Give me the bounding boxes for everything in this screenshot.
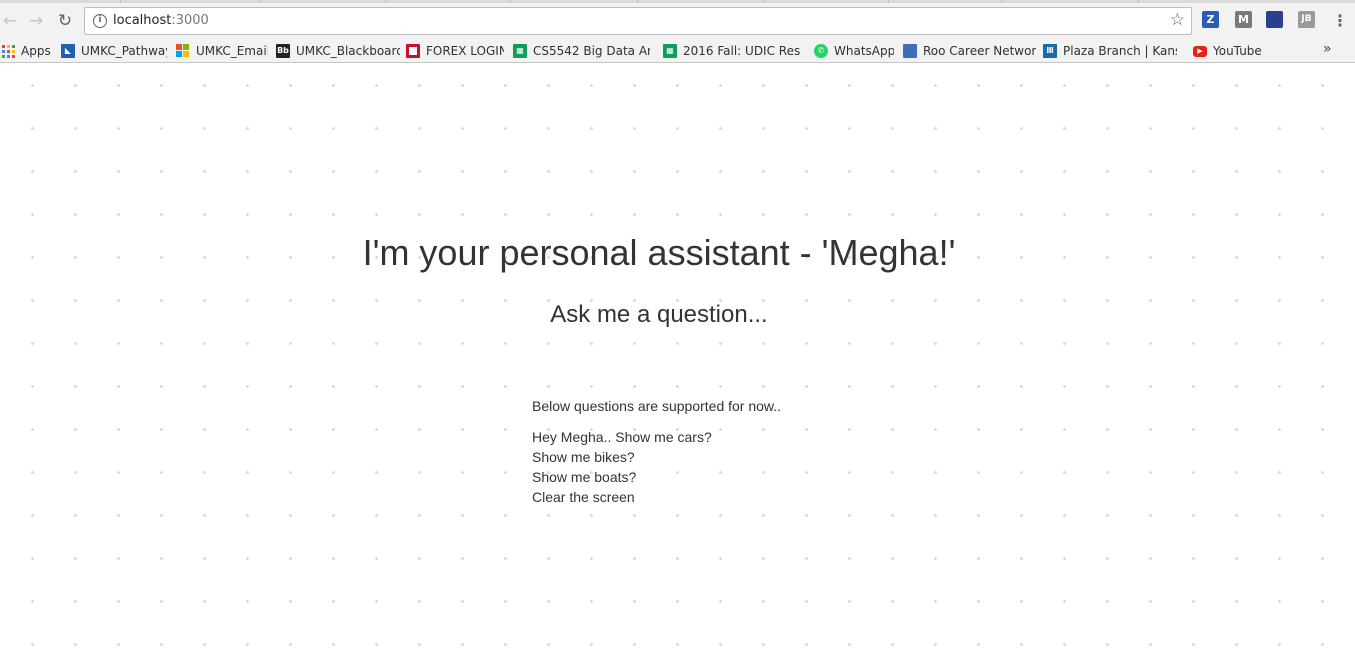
microsoft-icon — [176, 44, 190, 58]
supported-questions: Below questions are supported for now.. … — [532, 398, 781, 507]
bookmark-label: Apps — [21, 44, 51, 58]
address-bar[interactable]: i localhost:3000 ☆ — [84, 7, 1192, 35]
bookmark-umkc-blackboard[interactable]: Bb UMKC_Blackboard — [276, 41, 400, 61]
bookmark-label: CS5542 Big Data Anal — [533, 44, 650, 58]
zotero-extension-icon[interactable]: Z — [1202, 11, 1219, 28]
umkc-pathway-icon: ◣ — [61, 44, 75, 58]
blackboard-icon: Bb — [276, 44, 290, 58]
reload-icon[interactable]: ↻ — [55, 11, 75, 31]
url-text: localhost:3000 — [113, 13, 209, 28]
supported-questions-intro: Below questions are supported for now.. — [532, 398, 782, 414]
library-icon: Ⅲ — [1043, 44, 1057, 58]
sheets-icon: ▦ — [513, 44, 527, 58]
m-extension-icon[interactable]: M — [1235, 11, 1252, 28]
browser-menu-icon[interactable]: ⋮ — [1332, 11, 1348, 31]
bookmark-plaza-branch[interactable]: Ⅲ Plaza Branch | Kansas — [1043, 41, 1177, 61]
bookmarks-bar: Apps ◣ UMKC_Pathway UMKC_Email Bb UMKC_B… — [0, 38, 1355, 63]
bookmark-label: UMKC_Pathway — [81, 44, 167, 58]
browser-toolbar: ← → ↻ i localhost:3000 ☆ Z M JB ⋮ — [0, 3, 1355, 38]
forex-icon — [406, 44, 420, 58]
bookmark-roo-career[interactable]: Roo Career Network — [903, 41, 1036, 61]
bookmark-udic-research[interactable]: ▦ 2016 Fall: UDIC Resea — [663, 41, 800, 61]
page-viewport: I'm your personal assistant - 'Megha!' A… — [0, 64, 1355, 649]
roo-career-icon — [903, 44, 917, 58]
whatsapp-icon: ✆ — [814, 44, 828, 58]
chart-extension-icon[interactable] — [1266, 11, 1283, 28]
bookmark-youtube[interactable]: ▶ YouTube — [1193, 41, 1265, 61]
sheets-icon: ▦ — [663, 44, 677, 58]
page-subtitle: Ask me a question... — [550, 301, 768, 328]
question-item: Clear the screen — [532, 489, 635, 505]
bookmark-label: YouTube — [1213, 44, 1262, 58]
bookmark-label: UMKC_Blackboard — [296, 44, 400, 58]
url-host: localhost — [113, 13, 172, 28]
question-item: Show me bikes? — [532, 449, 635, 465]
back-arrow-icon[interactable]: ← — [0, 11, 20, 31]
bookmark-label: UMKC_Email — [196, 44, 268, 58]
question-item: Hey Megha.. Show me cars? — [532, 429, 712, 445]
bookmark-label: 2016 Fall: UDIC Resea — [683, 44, 800, 58]
info-icon[interactable]: i — [93, 14, 107, 28]
url-port: :3000 — [171, 13, 209, 28]
bookmark-umkc-email[interactable]: UMKC_Email — [176, 41, 268, 61]
bookmark-label: Roo Career Network — [923, 44, 1036, 58]
bookmark-whatsapp[interactable]: ✆ WhatsApp — [814, 41, 894, 61]
question-item: Show me boats? — [532, 469, 637, 485]
forward-arrow-icon[interactable]: → — [26, 11, 46, 31]
page-title: I'm your personal assistant - 'Megha!' — [362, 232, 956, 273]
bookmark-forex-login[interactable]: FOREX LOGIN — [406, 41, 504, 61]
bookmark-apps[interactable]: Apps — [2, 41, 54, 61]
bookmark-label: FOREX LOGIN — [426, 44, 504, 58]
bookmarks-overflow-icon[interactable]: » — [1323, 41, 1332, 57]
bookmark-label: Plaza Branch | Kansas — [1063, 44, 1177, 58]
jetbrains-extension-icon[interactable]: JB — [1298, 11, 1315, 28]
apps-grid-icon — [2, 44, 15, 58]
bookmark-umkc-pathway[interactable]: ◣ UMKC_Pathway — [61, 41, 167, 61]
youtube-icon: ▶ — [1193, 45, 1207, 57]
bookmark-star-icon[interactable]: ☆ — [1170, 10, 1185, 30]
bookmark-label: WhatsApp — [834, 44, 894, 58]
bookmark-cs5542[interactable]: ▦ CS5542 Big Data Anal — [513, 41, 650, 61]
